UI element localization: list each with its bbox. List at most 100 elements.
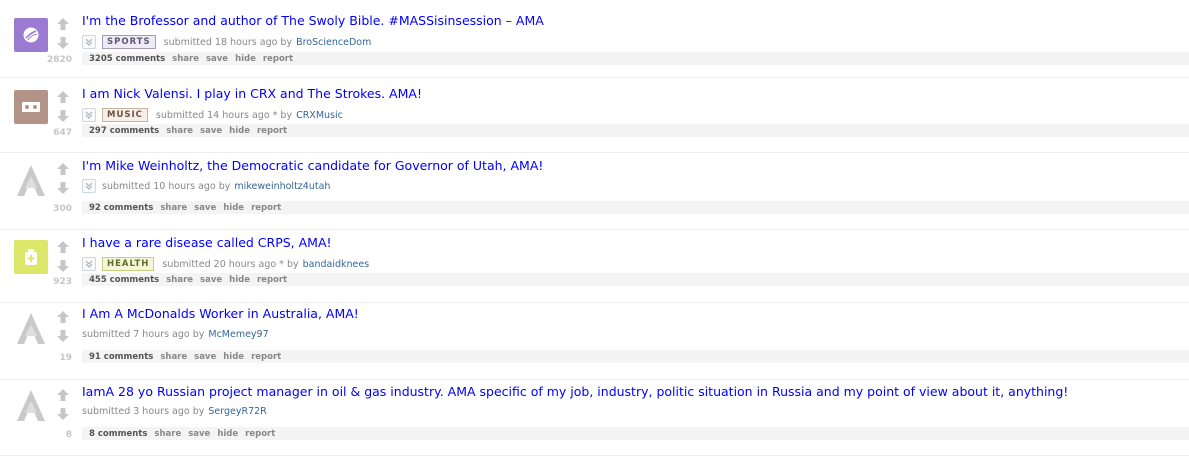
downvote-icon[interactable] bbox=[56, 109, 70, 123]
chevron-down-icon bbox=[85, 38, 93, 46]
expando-button[interactable] bbox=[82, 108, 96, 122]
report-button[interactable]: report bbox=[257, 126, 287, 136]
post-title[interactable]: I am Nick Valensi. I play in CRX and The… bbox=[82, 86, 422, 101]
author-link[interactable]: bandaidknees bbox=[303, 259, 370, 270]
hide-button[interactable]: hide bbox=[229, 126, 250, 136]
default-thumbnail-icon bbox=[17, 313, 45, 344]
comments-link[interactable]: 91 comments bbox=[89, 352, 153, 362]
expando-button[interactable] bbox=[82, 257, 96, 271]
hide-button[interactable]: hide bbox=[217, 429, 238, 439]
vote-arrows bbox=[56, 162, 70, 196]
post-thumbnail[interactable] bbox=[14, 385, 48, 425]
upvote-icon[interactable] bbox=[56, 90, 70, 104]
author-link[interactable]: BroScienceDom bbox=[296, 37, 371, 48]
upvote-icon[interactable] bbox=[56, 162, 70, 176]
save-button[interactable]: save bbox=[200, 126, 222, 136]
vote-arrows bbox=[56, 240, 70, 274]
comments-link[interactable]: 3205 comments bbox=[89, 54, 165, 64]
comments-link[interactable]: 92 comments bbox=[89, 203, 153, 213]
comments-link[interactable]: 297 comments bbox=[89, 126, 159, 136]
post-score: 300 bbox=[53, 204, 72, 214]
save-button[interactable]: save bbox=[206, 54, 228, 64]
post-thumbnail[interactable] bbox=[14, 160, 48, 200]
report-button[interactable]: report bbox=[251, 203, 281, 213]
upvote-icon[interactable] bbox=[56, 310, 70, 324]
post-title[interactable]: IamA 28 yo Russian project manager in oi… bbox=[82, 384, 1068, 399]
upvote-icon[interactable] bbox=[56, 240, 70, 254]
post-tagline: submitted 7 hours ago by McMemey97 bbox=[82, 326, 269, 342]
post-buttons: 3205 comments share save hide report bbox=[82, 52, 1189, 65]
save-button[interactable]: save bbox=[188, 429, 210, 439]
post-buttons: 91 comments share save hide report bbox=[82, 350, 1189, 363]
link-flair: HEALTH bbox=[102, 257, 155, 271]
post-thumbnail[interactable] bbox=[14, 18, 48, 52]
post-thumbnail[interactable] bbox=[14, 240, 48, 274]
post-title[interactable]: I'm Mike Weinholtz, the Democratic candi… bbox=[82, 158, 543, 173]
author-link[interactable]: SergeyR72R bbox=[208, 406, 266, 417]
chevron-down-icon bbox=[85, 111, 93, 119]
report-button[interactable]: report bbox=[251, 352, 281, 362]
post-tagline: submitted 3 hours ago by SergeyR72R bbox=[82, 403, 267, 419]
post-buttons: 455 comments share save hide report bbox=[82, 273, 1189, 286]
post-item: 2820 I'm the Brofessor and author of The… bbox=[0, 0, 1189, 78]
expando-button[interactable] bbox=[82, 179, 96, 193]
post-tagline: SPORTS submitted 18 hours ago by BroScie… bbox=[82, 34, 371, 50]
hide-button[interactable]: hide bbox=[229, 275, 250, 285]
post-tagline: MUSIC submitted 14 hours ago * by CRXMus… bbox=[82, 107, 343, 123]
post-thumbnail[interactable] bbox=[14, 308, 48, 348]
post-title[interactable]: I Am A McDonalds Worker in Australia, AM… bbox=[82, 306, 359, 321]
health-icon bbox=[25, 249, 37, 265]
post-item: 19 I Am A McDonalds Worker in Australia,… bbox=[0, 302, 1189, 380]
report-button[interactable]: report bbox=[263, 54, 293, 64]
submitted-time: submitted 20 hours ago * by bbox=[162, 258, 299, 270]
post-item: 300 I'm Mike Weinholtz, the Democratic c… bbox=[0, 152, 1189, 230]
downvote-icon[interactable] bbox=[56, 36, 70, 50]
report-button[interactable]: report bbox=[257, 275, 287, 285]
save-button[interactable]: save bbox=[194, 203, 216, 213]
comments-link[interactable]: 455 comments bbox=[89, 275, 159, 285]
save-button[interactable]: save bbox=[194, 352, 216, 362]
downvote-icon[interactable] bbox=[56, 181, 70, 195]
author-link[interactable]: McMemey97 bbox=[208, 329, 268, 340]
divider bbox=[0, 455, 1189, 456]
hide-button[interactable]: hide bbox=[235, 54, 256, 64]
author-link[interactable]: mikeweinholtz4utah bbox=[234, 181, 330, 192]
upvote-icon[interactable] bbox=[56, 17, 70, 31]
downvote-icon[interactable] bbox=[56, 329, 70, 343]
submitted-time: submitted 14 hours ago * by bbox=[155, 109, 293, 121]
post-title[interactable]: I have a rare disease called CRPS, AMA! bbox=[82, 235, 332, 250]
post-title[interactable]: I'm the Brofessor and author of The Swol… bbox=[82, 13, 544, 28]
share-button[interactable]: share bbox=[160, 203, 187, 213]
post-item: 647 I am Nick Valensi. I play in CRX and… bbox=[0, 78, 1189, 153]
post-buttons: 8 comments share save hide report bbox=[82, 427, 1189, 440]
downvote-icon[interactable] bbox=[56, 259, 70, 273]
author-link[interactable]: CRXMusic bbox=[296, 110, 343, 121]
post-buttons: 92 comments share save hide report bbox=[82, 201, 1189, 214]
default-thumbnail-icon bbox=[17, 165, 45, 196]
expando-button[interactable] bbox=[82, 35, 96, 49]
share-button[interactable]: share bbox=[160, 352, 187, 362]
post-item: 8 IamA 28 yo Russian project manager in … bbox=[0, 380, 1189, 461]
save-button[interactable]: save bbox=[200, 275, 222, 285]
post-score: 647 bbox=[53, 128, 72, 138]
hide-button[interactable]: hide bbox=[223, 203, 244, 213]
vote-arrows bbox=[56, 310, 70, 344]
report-button[interactable]: report bbox=[245, 429, 275, 439]
share-button[interactable]: share bbox=[166, 126, 193, 136]
submitted-time: submitted 7 hours ago by bbox=[82, 328, 205, 340]
post-score: 923 bbox=[53, 277, 72, 287]
link-flair: SPORTS bbox=[102, 35, 156, 49]
vote-arrows bbox=[56, 388, 70, 422]
downvote-icon[interactable] bbox=[56, 407, 70, 421]
post-buttons: 297 comments share save hide report bbox=[82, 124, 1189, 137]
hide-button[interactable]: hide bbox=[223, 352, 244, 362]
share-button[interactable]: share bbox=[172, 54, 199, 64]
share-button[interactable]: share bbox=[166, 275, 193, 285]
post-thumbnail[interactable] bbox=[14, 90, 48, 124]
share-button[interactable]: share bbox=[154, 429, 181, 439]
default-thumbnail-icon bbox=[17, 390, 45, 421]
chevron-down-icon bbox=[85, 260, 93, 268]
upvote-icon[interactable] bbox=[56, 388, 70, 402]
post-score: 19 bbox=[59, 353, 72, 363]
comments-link[interactable]: 8 comments bbox=[89, 429, 147, 439]
